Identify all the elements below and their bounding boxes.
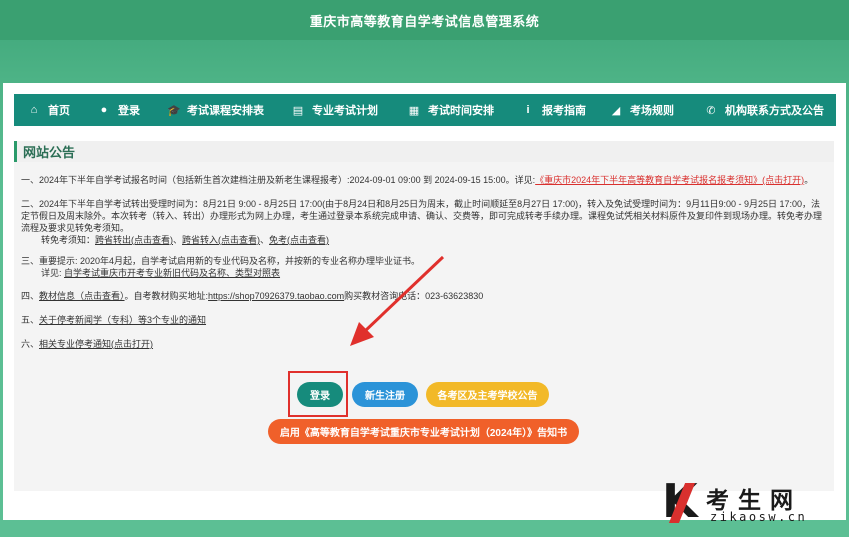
header-bar: 重庆市高等教育自学考试信息管理系统 xyxy=(0,0,849,40)
system-title: 重庆市高等教育自学考试信息管理系统 xyxy=(309,13,540,29)
pointer-arrow-icon xyxy=(350,255,445,346)
related-suspension-link[interactable]: 相关专业停考通知(点击打开) xyxy=(39,339,153,349)
nav-login[interactable]: ● 登录 xyxy=(98,94,167,126)
item1-link[interactable]: 《重庆市2024年下半年高等教育自学考试报名报考须知》(点击打开) xyxy=(535,175,804,185)
item1-end: 。 xyxy=(804,175,814,185)
nav-login-label: 登录 xyxy=(118,105,140,117)
user-icon: ● xyxy=(100,104,108,116)
nav-rules-label: 考场规则 xyxy=(630,105,674,117)
major-code-table-link[interactable]: 自学考试重庆市开考专业新旧代码及名称、类型对照表 xyxy=(64,268,280,278)
nav-home[interactable]: ⌂ 首页 xyxy=(28,94,98,126)
exam-plan-notice-button[interactable]: 启用《高等教育自学考试重庆市专业考试计划（2024年）》告知书 xyxy=(268,419,579,444)
info-icon: i xyxy=(526,104,530,116)
watermark-url: zikaosw.cn xyxy=(710,510,808,524)
item1-text: 一、2024年下半年自学考试报名时间（包括新生首次建档注册及新老生课程报考）:2… xyxy=(21,175,536,185)
textbook-info-link[interactable]: 教材信息（点击查看） xyxy=(39,291,125,301)
item6-prefix: 六、 xyxy=(21,339,40,349)
nav-contacts-label: 机构联系方式及公告 xyxy=(725,105,824,117)
announcement-item-1: 一、2024年下半年自学考试报名时间（包括新生首次建档注册及新老生课程报考）:2… xyxy=(21,174,829,186)
item2-sep-1: 、 xyxy=(173,235,183,245)
id-card-icon: ▤ xyxy=(292,104,304,117)
transfer-out-link[interactable]: 跨省转出(点击查看) xyxy=(95,235,173,245)
item2-sub-label: 转免考须知： xyxy=(41,235,96,245)
nav-exam-plan-label: 专业考试计划 xyxy=(312,105,378,117)
bullhorn-icon: ◢ xyxy=(611,104,621,117)
item4-text: 。自考教材购买地址: xyxy=(124,291,209,301)
announcement-title: 网站公告 xyxy=(23,145,76,160)
item2-text: 二、2024年下半年自学考试转出受理时间为：8月21日 9:00 - 8月25日… xyxy=(21,199,823,233)
taobao-shop-link[interactable]: https://shop70926379.taobao.com xyxy=(208,291,344,301)
nav-home-label: 首页 xyxy=(48,105,70,117)
nav-rules[interactable]: ◢ 考场规则 xyxy=(610,94,705,126)
nav-exam-time-label: 考试时间安排 xyxy=(428,105,494,117)
item2-links: 转免考须知：跨省转出(点击查看)、跨省转入(点击查看)、免考(点击查看) xyxy=(21,234,829,246)
nav-guide[interactable]: i 报考指南 xyxy=(522,94,610,126)
suspension-notice-link[interactable]: 关于停考新闻学（专科）等3个专业的通知 xyxy=(39,315,206,325)
calendar-icon: ▦ xyxy=(408,104,420,117)
graduation-cap-icon: 🎓 xyxy=(167,104,181,117)
item4-prefix: 四、 xyxy=(21,291,40,301)
nav-guide-label: 报考指南 xyxy=(542,105,586,117)
nav-contacts[interactable]: ✆ 机构联系方式及公告 xyxy=(705,94,824,126)
nav-course-schedule[interactable]: 🎓 考试课程安排表 xyxy=(167,94,292,126)
bulletin-button[interactable]: 各考区及主考学校公告 xyxy=(426,382,549,407)
nav-exam-time[interactable]: ▦ 考试时间安排 xyxy=(408,94,522,126)
nav-course-schedule-label: 考试课程安排表 xyxy=(187,105,264,117)
item2-sep-2: 、 xyxy=(260,235,270,245)
zikaosw-watermark: K 考生网 zikaosw.cn xyxy=(662,478,842,528)
item3-sub-label: 详见: xyxy=(41,268,65,278)
announcement-header: 网站公告 xyxy=(14,141,834,162)
main-nav: ⌂ 首页 ● 登录 🎓 考试课程安排表 ▤ 专业考试计划 ▦ 考试时间安排 i … xyxy=(14,94,836,126)
exemption-link[interactable]: 免考(点击查看) xyxy=(269,235,329,245)
item5-prefix: 五、 xyxy=(21,315,40,325)
nav-exam-plan[interactable]: ▤ 专业考试计划 xyxy=(292,94,408,126)
register-button[interactable]: 新生注册 xyxy=(352,382,418,407)
announcement-item-2: 二、2024年下半年自学考试转出受理时间为：8月21日 9:00 - 8月25日… xyxy=(21,198,829,234)
login-highlight-box xyxy=(288,371,348,417)
phone-icon: ✆ xyxy=(706,104,716,117)
home-icon: ⌂ xyxy=(30,104,38,116)
transfer-in-link[interactable]: 跨省转入(点击查看) xyxy=(182,235,260,245)
